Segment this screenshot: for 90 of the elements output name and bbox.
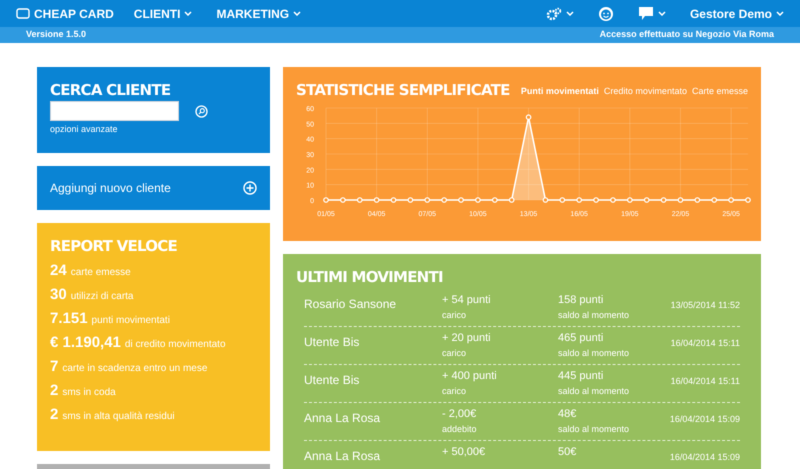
data-point (475, 197, 481, 203)
movement-amount: + 400 punti (442, 369, 498, 384)
balance-value: 158 punti (558, 293, 604, 308)
add-client-button[interactable]: Aggiungi nuovo cliente (37, 166, 270, 210)
report-stat: 7 carte in scadenza entro un mese (50, 357, 208, 377)
user-menu[interactable]: Gestore Demo (690, 4, 784, 22)
data-point (694, 197, 700, 203)
balance-label: saldo al momento (558, 346, 630, 360)
data-point (576, 197, 582, 203)
report-stat: € 1.190,41 di credito movimentato (50, 333, 227, 353)
data-point (390, 197, 396, 203)
card-title: ULTIMI MOVIMENTI (296, 270, 444, 285)
gears-icon (546, 6, 562, 20)
card-title: CERCA CLIENTE (50, 83, 172, 98)
balance-value: 48€ (558, 407, 578, 422)
data-point (374, 197, 380, 203)
movement-amount: + 50,00€ (442, 445, 486, 460)
data-point (492, 197, 498, 203)
report-stat: 2 sms in coda (50, 381, 117, 401)
nav-menu[interactable]: MARKETING (216, 4, 302, 22)
movement-date: 16/04/2014 15:09 (670, 452, 740, 462)
data-point (678, 197, 684, 203)
data-point (458, 197, 464, 203)
settings-menu[interactable] (546, 6, 574, 20)
client-name: Rosario Sansone (304, 297, 396, 311)
data-point (728, 197, 734, 203)
advanced-options-link[interactable]: opzioni avanzate (50, 123, 257, 136)
data-point (644, 197, 650, 203)
movement-type: carico (442, 346, 468, 360)
search-field[interactable] (50, 101, 179, 121)
access-text: Accesso effettuato su Negozio Via Roma (600, 28, 774, 42)
balance-value: 445 punti (558, 369, 604, 384)
data-point (542, 197, 548, 203)
data-point (610, 197, 616, 203)
balance-label: saldo al momento (558, 308, 630, 322)
movement-type: carico (442, 384, 468, 398)
data-point (356, 197, 363, 203)
smiley-face-icon[interactable] (598, 6, 614, 22)
balance-value: 465 punti (558, 331, 604, 346)
caret-icon (776, 11, 784, 16)
movement-amount: - 2,00€ (442, 407, 478, 422)
data-point (508, 197, 514, 203)
client-name: Anna La Rosa (304, 449, 380, 463)
chart-tab[interactable]: Carte emesse (692, 84, 748, 98)
chat-bubble-icon (638, 6, 654, 21)
search-icon[interactable] (195, 104, 208, 118)
caret-icon (184, 11, 192, 16)
movement-amount: + 54 punti (442, 293, 492, 308)
data-point (593, 197, 599, 203)
movement-type: carico (442, 308, 468, 322)
card-logo-icon (16, 8, 30, 19)
movement-amount: + 20 punti (442, 331, 492, 346)
client-name: Utente Bis (304, 335, 360, 349)
balance-label: saldo al momento (558, 384, 630, 398)
balance-label: saldo al momento (558, 422, 630, 436)
data-point (627, 197, 633, 203)
client-name: Utente Bis (304, 373, 360, 387)
app-logo[interactable]: CHEAP CARD (34, 4, 114, 22)
movement-date: 16/04/2014 15:11 (670, 338, 740, 348)
data-point (560, 197, 566, 203)
movement-type: addebito (442, 422, 478, 436)
data-point (711, 197, 718, 203)
report-stat: 30 utilizzi di carta (50, 285, 134, 305)
version-text: Versione 1.5.0 (26, 28, 86, 42)
data-point (408, 197, 414, 203)
data-point (745, 197, 751, 203)
data-point (323, 197, 329, 203)
plus-circle-icon (243, 181, 257, 195)
card-title: STATISTICHE SEMPLIFICATE (296, 83, 510, 98)
movement-date: 16/04/2014 15:09 (670, 414, 740, 424)
data-point (424, 197, 430, 203)
movement-date: 16/04/2014 15:11 (670, 376, 740, 386)
client-name: Anna La Rosa (304, 411, 380, 425)
messages-menu[interactable] (638, 6, 666, 21)
data-point (441, 197, 447, 203)
report-stat: 2 sms in alta qualità residui (50, 405, 176, 425)
chart-tab[interactable]: Credito movimentato (604, 84, 687, 98)
balance-value: 50€ (558, 445, 578, 460)
chart-tab[interactable]: Punti movimentati (520, 84, 599, 98)
movement-date: 13/05/2014 11:52 (670, 300, 740, 310)
report-stat: 7.151 punti movimentati (50, 309, 171, 329)
report-stat: 24 carte emesse (50, 261, 132, 281)
card-title: REPORT VELOCE (50, 239, 178, 254)
caret-icon (566, 11, 574, 16)
data-point (526, 114, 532, 120)
nav-menu[interactable]: CLIENTI (134, 4, 192, 22)
caret-icon (658, 11, 666, 16)
data-point (340, 197, 346, 203)
caret-icon (293, 11, 302, 16)
data-point (660, 197, 666, 203)
